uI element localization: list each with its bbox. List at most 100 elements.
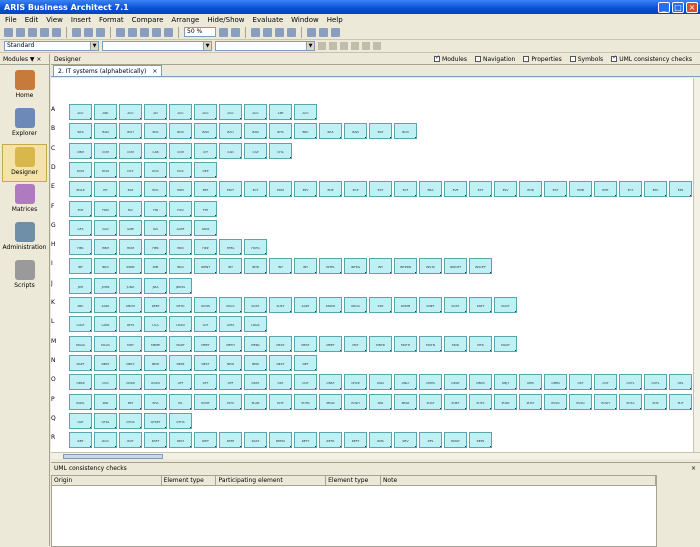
it-system-box[interactable]: INSTA xyxy=(419,258,442,275)
layout-icon[interactable] xyxy=(307,27,316,37)
it-system-box[interactable]: LOGT xyxy=(69,316,92,333)
it-system-box[interactable]: EDM xyxy=(269,181,292,198)
vertical-scrollbar[interactable] xyxy=(693,78,700,452)
it-system-box[interactable]: OPL xyxy=(669,374,692,391)
zoom-out-icon[interactable] xyxy=(231,27,240,37)
it-system-box[interactable]: INT xyxy=(294,258,317,275)
align-left-icon[interactable] xyxy=(318,42,326,50)
horizontal-scrollbar[interactable] xyxy=(51,452,700,459)
it-system-box[interactable]: BCK xyxy=(144,123,167,140)
it-system-box[interactable]: NBCT xyxy=(119,354,142,371)
it-system-box[interactable]: PIL xyxy=(169,393,192,410)
model-canvas[interactable]: A ACC ABC ACC AD ACC ACC ACC ACC APP ACC B BAS BAN BCH… xyxy=(51,78,693,452)
checkbox-uml-consistency-checks[interactable]: UML consistency checks xyxy=(611,54,692,63)
it-system-box[interactable]: HOTA xyxy=(244,239,267,256)
it-system-box[interactable]: REV xyxy=(394,432,417,449)
it-system-box[interactable]: KOCC xyxy=(219,297,242,313)
it-system-box[interactable]: MART xyxy=(169,335,192,352)
it-system-box[interactable]: PUSA xyxy=(619,393,642,410)
it-system-box[interactable]: OBDC xyxy=(469,374,492,391)
it-system-box[interactable]: INCC xyxy=(169,258,192,275)
it-system-box[interactable]: EEV xyxy=(294,181,317,198)
it-system-box[interactable]: OCC xyxy=(94,374,117,391)
it-system-box[interactable]: EIT xyxy=(94,181,117,198)
it-system-box[interactable]: PUTN xyxy=(294,393,317,410)
tab-it-systems[interactable]: 2. IT systems (alphabetically) × xyxy=(53,65,163,76)
it-system-box[interactable]: INSUFF xyxy=(469,258,492,275)
it-system-box[interactable]: FOO xyxy=(169,200,192,217)
it-system-box[interactable]: INTEL xyxy=(319,258,342,275)
italic-icon[interactable] xyxy=(362,42,370,50)
it-system-box[interactable]: GIS xyxy=(144,219,167,236)
it-system-box[interactable]: MEME xyxy=(144,335,167,352)
it-system-box[interactable]: IBF xyxy=(69,258,92,275)
it-system-box[interactable]: PUSH xyxy=(344,393,367,410)
it-system-box[interactable]: OST xyxy=(569,374,592,391)
menu-help[interactable]: Help xyxy=(327,16,343,24)
it-system-box[interactable]: DCT xyxy=(119,161,142,178)
it-system-box[interactable]: PUBT xyxy=(444,393,467,410)
it-system-box[interactable]: EBA xyxy=(419,181,442,198)
new-icon[interactable] xyxy=(4,27,13,37)
it-system-box[interactable]: RMGT xyxy=(444,432,467,449)
shape-icon[interactable] xyxy=(287,27,296,37)
it-system-box[interactable]: KUST xyxy=(269,297,292,313)
it-system-box[interactable]: METH xyxy=(219,335,242,352)
menu-hideshow[interactable]: Hide/Show xyxy=(207,16,244,24)
it-system-box[interactable]: INT xyxy=(269,258,292,275)
uml-column-header[interactable]: Element type xyxy=(326,476,381,485)
it-system-box[interactable]: CCM xyxy=(94,142,117,159)
menu-insert[interactable]: Insert xyxy=(71,16,91,24)
menu-arrange[interactable]: Arrange xyxy=(171,16,199,24)
module-scripts[interactable]: Scripts xyxy=(2,258,47,296)
it-system-box[interactable]: LANS xyxy=(94,316,117,333)
it-system-box[interactable]: MGST xyxy=(494,335,517,352)
it-system-box[interactable]: RSFE xyxy=(219,432,242,449)
it-system-box[interactable]: INM xyxy=(144,258,167,275)
uml-column-header[interactable]: Element type xyxy=(162,476,217,485)
it-system-box[interactable]: QTCR xyxy=(119,412,142,429)
it-system-box[interactable]: INDM xyxy=(119,258,142,275)
it-system-box[interactable]: HBC xyxy=(69,239,92,256)
it-system-box[interactable]: KOMM xyxy=(394,297,417,313)
it-system-box[interactable]: MOAS xyxy=(69,335,92,352)
it-system-box[interactable]: GLO xyxy=(94,219,117,236)
it-system-box[interactable]: KCON xyxy=(194,297,217,313)
it-system-box[interactable]: BEC xyxy=(294,123,317,140)
it-system-box[interactable]: FRM xyxy=(94,200,117,217)
it-system-box[interactable]: PLTS xyxy=(219,393,242,410)
it-system-box[interactable]: CAB xyxy=(144,142,167,159)
it-system-box[interactable]: RETR xyxy=(319,432,342,449)
it-system-box[interactable]: ACC xyxy=(294,104,317,120)
menu-compare[interactable]: Compare xyxy=(132,16,164,24)
it-system-box[interactable]: RCO xyxy=(94,432,117,449)
minimize-button[interactable]: _ xyxy=(658,1,670,13)
properties-icon[interactable] xyxy=(84,27,93,37)
menu-evaluate[interactable]: Evaluate xyxy=(253,16,284,24)
it-system-box[interactable]: GMP xyxy=(119,219,142,236)
it-system-box[interactable]: PAR xyxy=(94,393,117,410)
it-system-box[interactable]: OUT xyxy=(594,374,617,391)
it-system-box[interactable]: OCRD xyxy=(119,374,142,391)
it-system-box[interactable]: REFT xyxy=(344,432,367,449)
scroll-thumb[interactable] xyxy=(63,454,163,459)
close-icon[interactable]: × xyxy=(152,68,157,75)
it-system-box[interactable]: JDH xyxy=(69,277,92,294)
open-icon[interactable] xyxy=(16,27,25,37)
it-system-box[interactable]: QTRL xyxy=(94,412,117,429)
it-system-box[interactable]: EPC xyxy=(644,181,667,198)
it-system-box[interactable]: BAN xyxy=(344,123,367,140)
preview-icon[interactable] xyxy=(52,27,61,37)
it-system-box[interactable]: PLTT xyxy=(269,393,292,410)
it-system-box[interactable]: PUTX xyxy=(469,393,492,410)
save-icon[interactable] xyxy=(28,27,37,37)
it-system-box[interactable]: ONLY xyxy=(394,374,417,391)
text-icon[interactable] xyxy=(263,27,272,37)
bold-icon[interactable] xyxy=(351,42,359,50)
it-system-box[interactable]: EBT xyxy=(194,181,217,198)
it-system-box[interactable]: MOR xyxy=(444,335,467,352)
menu-edit[interactable]: Edit xyxy=(25,16,39,24)
it-system-box[interactable]: MTR xyxy=(469,335,492,352)
info-icon[interactable] xyxy=(72,27,81,37)
it-system-box[interactable]: MCAS xyxy=(94,335,117,352)
